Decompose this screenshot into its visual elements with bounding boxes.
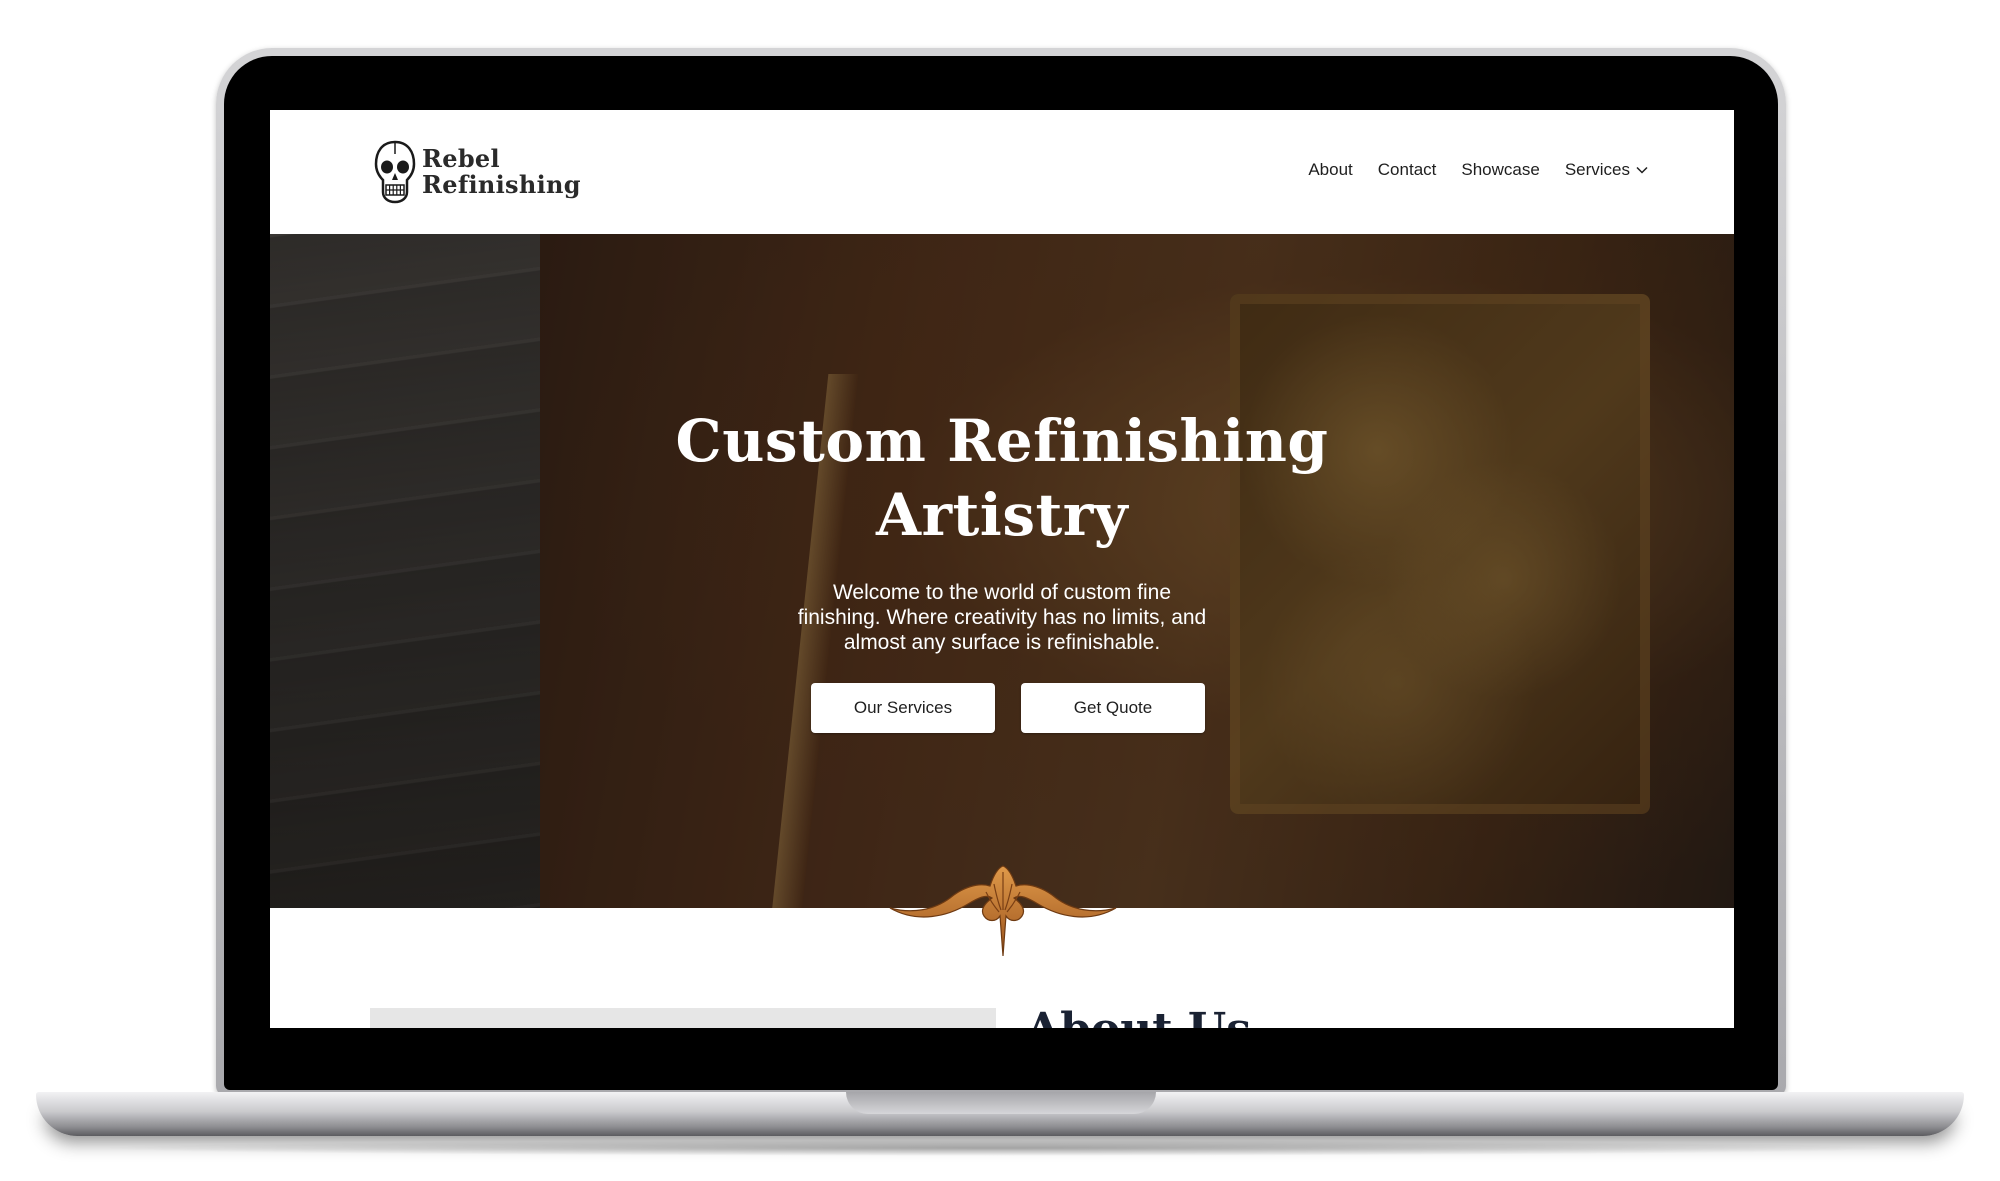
hero-title: Custom Refinishing Artistry — [675, 407, 1329, 549]
brand-name-line1: Rebel — [422, 144, 500, 173]
brand-logo[interactable]: Rebel Refinishing — [372, 138, 581, 206]
main-nav: About Contact Showcase Services — [1308, 160, 1648, 180]
get-quote-button[interactable]: Get Quote — [1021, 683, 1205, 733]
laptop-shadow — [90, 1140, 1910, 1156]
about-heading: About Us — [1026, 1004, 1251, 1028]
nav-item-services[interactable]: Services — [1565, 160, 1648, 180]
nav-item-label: About — [1308, 160, 1353, 179]
laptop-screen: Rebel Refinishing About Contact Showcase… — [270, 110, 1734, 1028]
about-image-placeholder — [370, 1008, 996, 1028]
our-services-button[interactable]: Our Services — [811, 683, 995, 733]
device-mockup: Rebel Refinishing About Contact Showcase… — [0, 0, 2000, 1181]
laptop-notch — [846, 1092, 1156, 1114]
hero-content: Custom Refinishing Artistry Welcome to t… — [270, 234, 1734, 908]
chevron-down-icon — [1636, 166, 1648, 174]
brand-wordmark: Rebel Refinishing — [422, 146, 581, 198]
site-header: Rebel Refinishing About Contact Showcase… — [270, 110, 1734, 234]
skull-icon — [374, 140, 416, 204]
nav-item-label: Services — [1564, 160, 1630, 179]
hero-buttons: Our Services Get Quote — [811, 683, 1205, 733]
nav-item-contact[interactable]: Contact — [1378, 160, 1437, 180]
hero-section: Custom Refinishing Artistry Welcome to t… — [270, 234, 1734, 908]
nav-item-about[interactable]: About — [1308, 160, 1352, 180]
nav-item-showcase[interactable]: Showcase — [1461, 160, 1539, 180]
ornament-divider-icon — [889, 865, 1117, 957]
hero-subtitle: Welcome to the world of custom fine fini… — [797, 581, 1207, 654]
brand-name-line2: Refinishing — [422, 170, 581, 199]
nav-item-label: Contact — [1377, 160, 1437, 179]
nav-item-label: Showcase — [1461, 160, 1540, 179]
